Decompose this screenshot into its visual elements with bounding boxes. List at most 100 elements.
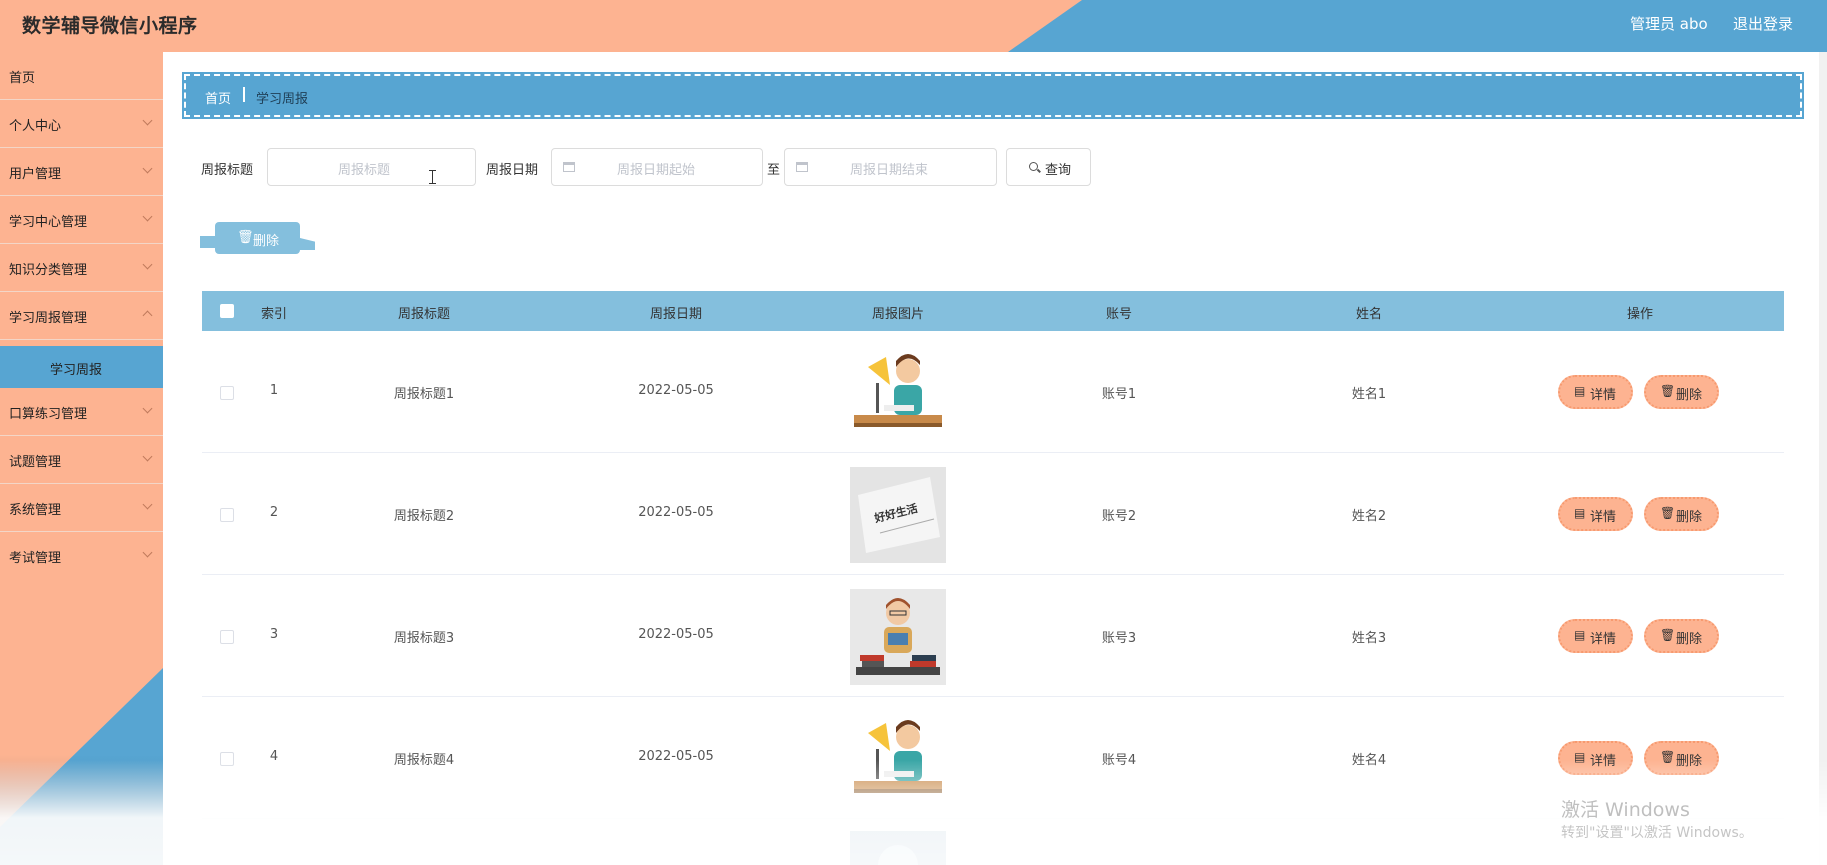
row-checkbox[interactable] <box>220 752 234 766</box>
detail-button-label: 详情 <box>1590 510 1617 525</box>
trash-icon: 🗑 <box>1660 750 1676 764</box>
cell-account: 账号4 <box>1101 753 1137 768</box>
detail-button[interactable]: ▤ 详情 <box>1558 741 1633 775</box>
sidebar-item-learning-center[interactable]: 学习中心管理 <box>0 196 163 244</box>
thumbnail-shape <box>878 845 918 865</box>
cell-title: 周报标题2 <box>393 509 455 524</box>
breadcrumb-home-link[interactable]: 首页 <box>205 88 231 107</box>
table-header: 索引 周报标题 周报日期 周报图片 账号 姓名 操作 <box>202 291 1784 331</box>
bulk-delete-button[interactable]: 🗑 删除 <box>200 222 300 254</box>
delete-button-label: 删除 <box>1676 388 1703 403</box>
cell-account: 账号2 <box>1101 509 1137 524</box>
sidebar-item-personal-center[interactable]: 个人中心 <box>0 100 163 148</box>
cell-title: 周报标题1 <box>393 387 455 402</box>
delete-button[interactable]: 🗑 删除 <box>1644 497 1719 531</box>
cell-account: 账号1 <box>1101 387 1137 402</box>
bulk-delete-label: 删除 <box>253 234 280 249</box>
sidebar-item-label: 知识分类管理 <box>9 263 88 278</box>
cell-title: 周报标题4 <box>393 753 455 768</box>
row-checkbox[interactable] <box>220 630 234 644</box>
logout-link[interactable]: 退出登录 <box>1733 13 1793 34</box>
delete-button[interactable]: 🗑 删除 <box>1644 619 1719 653</box>
chevron-down-icon <box>142 451 153 462</box>
report-image-thumbnail[interactable] <box>850 345 946 441</box>
date-end-input[interactable]: 周报日期结束 <box>784 148 997 186</box>
cartoon-student-desk-icon <box>850 711 946 807</box>
document-icon: ▤ <box>1574 750 1586 764</box>
cell-index: 3 <box>269 627 279 642</box>
sidebar-item-label: 个人中心 <box>9 119 62 134</box>
table-row: 4 周报标题4 2022-05-05 账号4 姓名4 ▤ 详情 🗑 删除 <box>202 697 1784 819</box>
column-header-actions: 操作 <box>1626 307 1654 322</box>
sidebar-item-user-management[interactable]: 用户管理 <box>0 148 163 196</box>
sidebar-item-knowledge-category[interactable]: 知识分类管理 <box>0 244 163 292</box>
breadcrumb-current: 学习周报 <box>256 92 309 107</box>
cell-index: 2 <box>269 505 279 520</box>
column-header-name: 姓名 <box>1355 307 1383 322</box>
cell-index: 4 <box>269 749 279 764</box>
detail-button[interactable]: ▤ 详情 <box>1558 619 1633 653</box>
sidebar-item-label: 试题管理 <box>9 455 62 470</box>
sidebar-item-weekly-report-management[interactable]: 学习周报管理 <box>0 292 163 340</box>
trash-icon: 🗑 <box>1660 506 1676 520</box>
detail-button-label: 详情 <box>1590 632 1617 647</box>
delete-button-label: 删除 <box>1676 510 1703 525</box>
delete-button-label: 删除 <box>1676 632 1703 647</box>
select-all-checkbox[interactable] <box>220 304 234 318</box>
sidebar: 首页 个人中心 用户管理 学习中心管理 知识分类管理 学习周报管理 学习周报 口… <box>0 52 163 865</box>
cell-account: 账号3 <box>1101 631 1137 646</box>
windows-activation-watermark-sub: 转到"设置"以激活 Windows。 <box>1561 825 1753 841</box>
breadcrumb: 首页 学习周报 <box>182 72 1804 119</box>
row-checkbox[interactable] <box>220 386 234 400</box>
sidebar-item-label: 学习周报管理 <box>9 311 88 326</box>
cell-date: 2022-05-05 <box>638 627 714 642</box>
chevron-down-icon <box>142 211 153 222</box>
admin-user-label: 管理员 abo <box>1630 15 1708 33</box>
sidebar-item-arithmetic-practice[interactable]: 口算练习管理 <box>0 388 163 436</box>
column-header-index: 索引 <box>260 307 288 322</box>
table-row: 2 周报标题2 2022-05-05 好好生活 账号2 姓名2 ▤ 详情 🗑 删… <box>202 453 1784 575</box>
title-filter-input[interactable]: 周报标题 <box>267 148 476 186</box>
document-icon: ▤ <box>1574 384 1586 398</box>
chevron-down-icon <box>142 547 153 558</box>
date-start-input[interactable]: 周报日期起始 <box>551 148 763 186</box>
sidebar-item-label: 学习周报 <box>50 363 103 378</box>
delete-button[interactable]: 🗑 删除 <box>1644 375 1719 409</box>
sidebar-subitem-weekly-report[interactable]: 学习周报 <box>0 346 163 388</box>
table-row: 1 周报标题1 2022-05-05 账号1 姓名1 ▤ 详情 🗑 删除 <box>202 331 1784 453</box>
trash-icon: 🗑 <box>1660 384 1676 398</box>
header-peach-panel <box>0 0 1082 52</box>
cartoon-student-desk-icon <box>850 345 946 441</box>
cell-date: 2022-05-05 <box>638 383 714 398</box>
sidebar-item-question-management[interactable]: 试题管理 <box>0 436 163 484</box>
row-checkbox[interactable] <box>220 508 234 522</box>
date-start-placeholder: 周报日期起始 <box>617 163 696 178</box>
date-range-to-label: 至 <box>767 163 781 178</box>
cell-name: 姓名4 <box>1351 753 1387 768</box>
report-image-thumbnail[interactable] <box>850 589 946 685</box>
delete-button-label: 删除 <box>1676 754 1703 769</box>
sidebar-item-system-management[interactable]: 系统管理 <box>0 484 163 532</box>
detail-button[interactable]: ▤ 详情 <box>1558 497 1633 531</box>
chevron-down-icon <box>142 163 153 174</box>
chevron-down-icon <box>142 403 153 414</box>
chevron-up-icon <box>142 310 153 321</box>
search-button[interactable]: 查询 <box>1006 148 1091 186</box>
sidebar-item-home[interactable]: 首页 <box>0 52 163 100</box>
trash-icon: 🗑 <box>1660 628 1676 642</box>
delete-button[interactable]: 🗑 删除 <box>1644 741 1719 775</box>
report-image-thumbnail[interactable] <box>850 711 946 807</box>
report-image-thumbnail[interactable]: 好好生活 <box>850 467 946 563</box>
windows-activation-watermark: 激活 Windows <box>1561 799 1690 821</box>
column-header-date: 周报日期 <box>649 307 703 322</box>
top-header: 数学辅导微信小程序 管理员 abo 退出登录 <box>0 0 1827 52</box>
sidebar-item-exam-management[interactable]: 考试管理 <box>0 532 163 580</box>
vertical-scrollbar[interactable] <box>1819 52 1827 865</box>
report-image-thumbnail-partial[interactable] <box>850 831 946 865</box>
column-header-account: 账号 <box>1105 307 1133 322</box>
trash-icon: 🗑 <box>237 230 254 245</box>
text-cursor-icon <box>429 170 436 184</box>
cell-name: 姓名2 <box>1351 509 1387 524</box>
detail-button[interactable]: ▤ 详情 <box>1558 375 1633 409</box>
cell-title: 周报标题3 <box>393 631 455 646</box>
